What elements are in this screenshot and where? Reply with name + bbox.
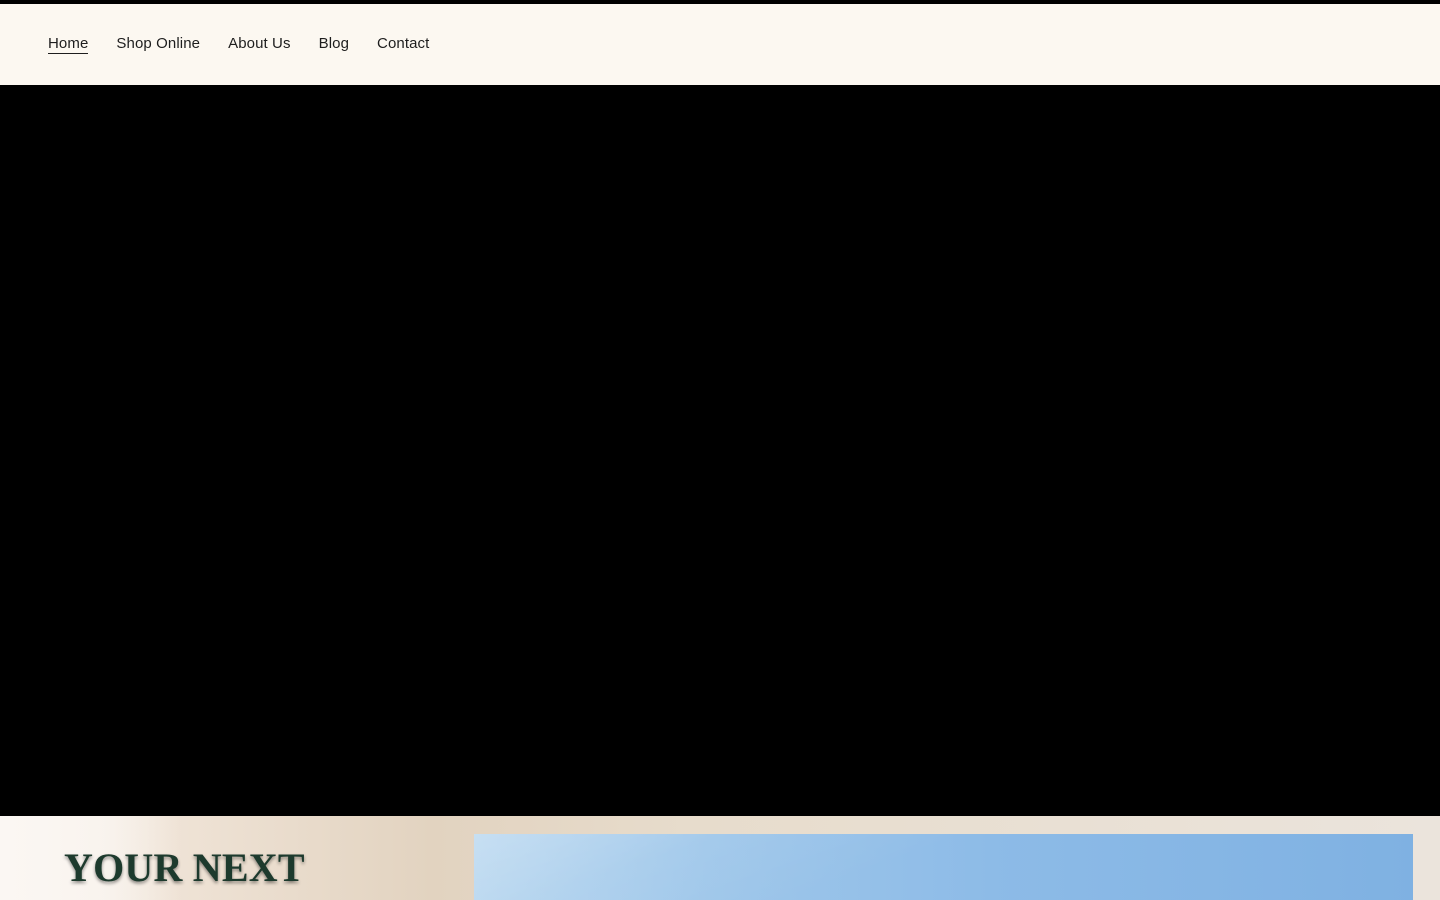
feature-title: YOUR NEXT [64,845,305,890]
feature-sky-image [474,834,1413,900]
nav-link-blog[interactable]: Blog [319,34,349,54]
nav-link-home[interactable]: Home [48,34,89,54]
feature-section: YOUR NEXT [0,816,1440,900]
hero-video-area [0,85,1440,816]
nav-link-about-us[interactable]: About Us [228,34,291,54]
main-navigation: Home Shop Online About Us Blog Contact [48,34,429,54]
site-header: Home Shop Online About Us Blog Contact [0,4,1440,85]
nav-link-shop-online[interactable]: Shop Online [116,34,200,54]
nav-link-contact[interactable]: Contact [377,34,429,54]
